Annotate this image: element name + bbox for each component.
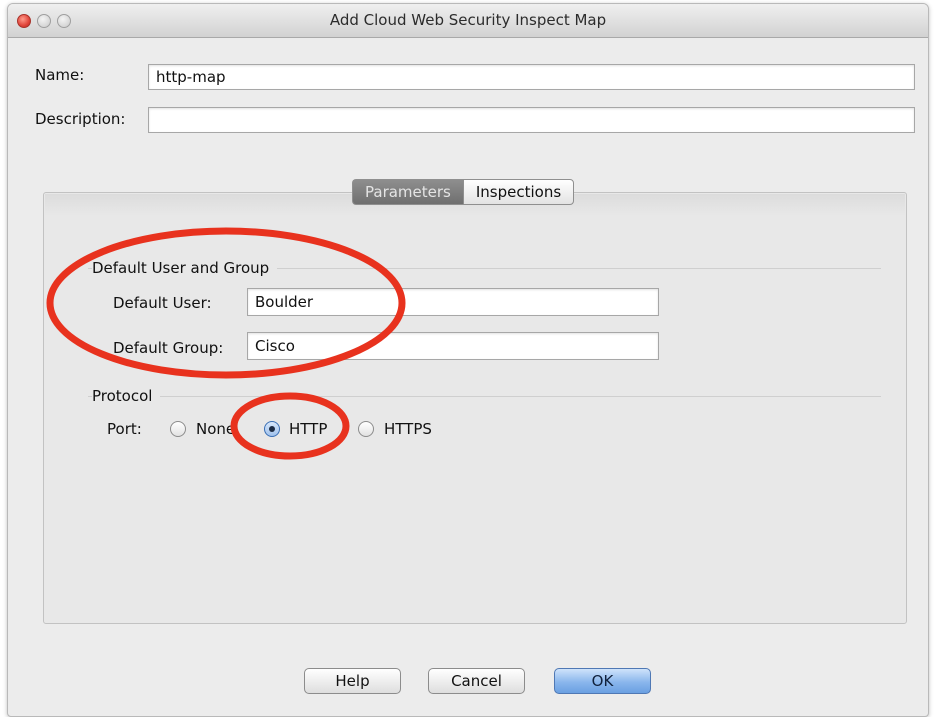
description-input[interactable] [148, 107, 915, 133]
tab-parameters[interactable]: Parameters [352, 179, 463, 205]
cancel-button[interactable]: Cancel [428, 668, 525, 694]
name-label: Name: [35, 66, 85, 84]
port-http-label[interactable]: HTTP [289, 420, 327, 438]
port-https-radio[interactable] [358, 421, 374, 437]
port-none-radio[interactable] [170, 421, 186, 437]
tab-content-panel [43, 192, 907, 624]
name-input[interactable] [148, 64, 915, 90]
tab-inspections[interactable]: Inspections [462, 179, 575, 205]
default-user-group-title: Default User and Group [92, 259, 278, 277]
ok-button[interactable]: OK [554, 668, 651, 694]
default-user-label: Default User: [113, 294, 212, 312]
default-group-label: Default Group: [113, 339, 224, 357]
port-none-label[interactable]: None [196, 420, 235, 438]
description-label: Description: [35, 110, 126, 128]
default-group-input[interactable] [247, 332, 659, 360]
port-https-label[interactable]: HTTPS [384, 420, 432, 438]
protocol-separator [88, 396, 881, 397]
port-label: Port: [107, 420, 142, 438]
dialog-window: Add Cloud Web Security Inspect Map Name:… [7, 3, 929, 717]
tab-bar: Parameters Inspections [352, 179, 575, 207]
default-user-input[interactable] [247, 288, 659, 316]
title-bar[interactable]: Add Cloud Web Security Inspect Map [8, 4, 928, 38]
protocol-title: Protocol [92, 387, 161, 405]
port-http-radio[interactable] [264, 421, 280, 437]
help-button[interactable]: Help [304, 668, 401, 694]
window-title: Add Cloud Web Security Inspect Map [329, 11, 607, 29]
